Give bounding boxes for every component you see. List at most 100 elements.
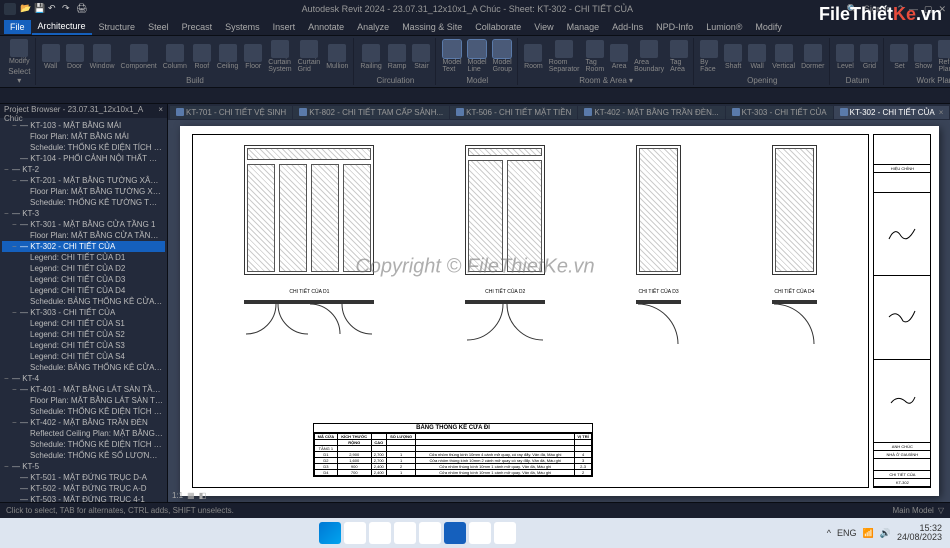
tree-item[interactable]: −— KT-5 (2, 461, 165, 472)
visual-style-icon[interactable]: ◧ (199, 491, 207, 500)
ribbon-tab-view[interactable]: View (528, 20, 559, 34)
tree-item[interactable]: — KT-503 - MẶT ĐỨNG TRỤC 4-1 (2, 494, 165, 502)
tree-item[interactable]: −— KT-103 - MẶT BẰNG MÁI (2, 120, 165, 131)
tree-item[interactable]: Schedule: BẢNG THỐNG KÊ CỬA SỔ (2, 362, 165, 373)
tool-floor[interactable]: Floor (242, 43, 264, 71)
swing-d2[interactable] (465, 300, 545, 350)
ribbon-tab-annotate[interactable]: Annotate (302, 20, 350, 34)
ribbon-tab-precast[interactable]: Precast (176, 20, 219, 34)
start-button[interactable] (319, 522, 341, 544)
swing-d3[interactable] (636, 300, 681, 350)
ribbon-tab-systems[interactable]: Systems (219, 20, 266, 34)
view-tab[interactable]: KT-303 - CHI TIẾT CỦA (726, 106, 833, 119)
browser-close-icon[interactable]: × (158, 105, 163, 117)
view-tab[interactable]: KT-802 - CHI TIẾT TAM CẤP SẢNH... (293, 106, 449, 119)
tree-item[interactable]: Floor Plan: MẶT BẰNG TƯỜNG XÂY TẦNG 1 (2, 186, 165, 197)
tray-volume-icon[interactable]: 🔊 (880, 528, 891, 539)
tree-item[interactable]: Floor Plan: MẶT BẰNG MÁI (2, 131, 165, 142)
tool-set[interactable]: Set (888, 43, 910, 71)
tray-date[interactable]: 24/08/2023 (897, 533, 942, 542)
tool-modelline[interactable]: Model Line (466, 39, 489, 74)
tree-item[interactable]: −— KT-2 (2, 164, 165, 175)
tree-item[interactable]: −— KT-402 - MẶT BẰNG TRẦN ĐÈN (2, 417, 165, 428)
tool-roof[interactable]: Roof (191, 43, 213, 71)
tree-item[interactable]: Reflected Ceiling Plan: MẶT BẰNG TRẦN ĐÈ (2, 428, 165, 439)
tree-item[interactable]: Legend: CHI TIẾT CỦA D1 (2, 252, 165, 263)
tool-level[interactable]: Level (834, 43, 856, 71)
tree-item[interactable]: Legend: CHI TIẾT CỦA D4 (2, 285, 165, 296)
qat-print-icon[interactable]: 🖨 (76, 3, 88, 15)
status-model[interactable]: Main Model (892, 506, 933, 515)
qat-open-icon[interactable]: 📂 (20, 3, 32, 15)
tool-room[interactable]: Room (522, 43, 545, 71)
tool-window[interactable]: Window (88, 43, 117, 71)
tab-close-icon[interactable]: × (939, 108, 944, 117)
status-filter-icon[interactable]: ▽ (938, 506, 944, 515)
tool-tagroom[interactable]: Tag Room (584, 39, 607, 74)
ribbon-tab-insert[interactable]: Insert (267, 20, 302, 34)
qat-undo-icon[interactable]: ↶ (48, 3, 60, 15)
detail-level-icon[interactable]: ▦ (187, 491, 195, 500)
swing-d4[interactable] (772, 300, 817, 350)
tree-item[interactable]: Schedule: THỐNG KÊ DIỆN TÍCH TRẦN TẦNG (2, 439, 165, 450)
tool-vertical[interactable]: Vertical (770, 43, 797, 71)
tool-component[interactable]: Component (119, 43, 159, 71)
tree-item[interactable]: −— KT-301 - MẶT BẰNG CỬA TẦNG 1 (2, 219, 165, 230)
tree-item[interactable]: Legend: CHI TIẾT CỦA S4 (2, 351, 165, 362)
tree-item[interactable]: −— KT-302 - CHI TIẾT CỦA (2, 241, 165, 252)
door-d2-elevation[interactable] (465, 145, 545, 275)
scale-control[interactable]: 1:1 (172, 491, 183, 500)
tray-wifi-icon[interactable]: 📶 (863, 528, 874, 539)
taskbar-explorer-icon[interactable] (369, 522, 391, 544)
tool-wall[interactable]: Wall (746, 43, 768, 71)
tool-railing[interactable]: Railing (358, 43, 383, 71)
tool-modeltext[interactable]: Model Text (440, 39, 463, 74)
tool-byface[interactable]: By Face (698, 39, 720, 74)
tool-modify[interactable]: Modify (7, 38, 32, 66)
qat-redo-icon[interactable]: ↷ (62, 3, 74, 15)
door-schedule[interactable]: BẢNG THỐNG KÊ CỬA ĐI MÃ CỬAKÍCH THƯỚCSỐ … (313, 423, 593, 477)
taskbar-chrome-icon[interactable] (419, 522, 441, 544)
tool-grid[interactable]: Grid (858, 43, 880, 71)
tool-ramp[interactable]: Ramp (386, 43, 409, 71)
view-tab[interactable]: KT-701 - CHI TIẾT VỆ SINH (170, 106, 292, 119)
door-d3-elevation[interactable] (636, 145, 681, 275)
view-tab[interactable]: KT-302 - CHI TIẾT CỦA× (834, 106, 950, 119)
tool-curtainsystem[interactable]: Curtain System (266, 39, 293, 74)
tree-item[interactable]: Schedule: THỐNG KÊ TƯỜNG TỔNG HỢP (2, 197, 165, 208)
ribbon-tab-architecture[interactable]: Architecture (32, 19, 92, 35)
ribbon-tab-modify[interactable]: Modify (749, 20, 788, 34)
tree-item[interactable]: Schedule: THỐNG KÊ DIỆN TÍCH MÁI (2, 142, 165, 153)
door-d4-elevation[interactable] (772, 145, 817, 275)
ribbon-tab-analyze[interactable]: Analyze (351, 20, 395, 34)
view-control-bar[interactable]: 1:1 ▦ ◧ (172, 491, 206, 500)
ribbon-tab-addins[interactable]: Add-Ins (606, 20, 649, 34)
tool-column[interactable]: Column (161, 43, 189, 71)
tool-dormer[interactable]: Dormer (799, 43, 826, 71)
drawing-canvas[interactable]: CHI TIẾT CỦA D1 CHI TIẾT CỦA D2 CHI TIẾT (168, 120, 950, 502)
tree-item[interactable]: −— KT-303 - CHI TIẾT CỦA (2, 307, 165, 318)
ribbon-tab-steel[interactable]: Steel (142, 20, 175, 34)
swing-d1[interactable] (244, 300, 374, 350)
taskbar-search-icon[interactable] (344, 522, 366, 544)
tree-item[interactable]: Floor Plan: MẶT BẰNG LÁT SÀN TẦNG 1 (2, 395, 165, 406)
tree-item[interactable]: — KT-502 - MẶT ĐỨNG TRỤC A-D (2, 483, 165, 494)
tool-shaft[interactable]: Shaft (722, 43, 744, 71)
tool-show[interactable]: Show (912, 43, 934, 71)
tool-curtaingrid[interactable]: Curtain Grid (296, 39, 323, 74)
tree-item[interactable]: −— KT-3 (2, 208, 165, 219)
ribbon-tab-file[interactable]: File (4, 20, 31, 34)
taskbar-revit-icon[interactable] (444, 522, 466, 544)
tool-mullion[interactable]: Mullion (324, 43, 350, 71)
taskbar-app-icon[interactable] (469, 522, 491, 544)
tree-item[interactable]: Legend: CHI TIẾT CỦA S2 (2, 329, 165, 340)
tray-chevron-icon[interactable]: ^ (827, 528, 831, 538)
tree-item[interactable]: Floor Plan: MẶT BẰNG CỬA TẦNG 1 (2, 230, 165, 241)
tool-refplane[interactable]: Ref Plane (936, 39, 950, 74)
door-d1-elevation[interactable] (244, 145, 374, 275)
view-tab[interactable]: KT-402 - MẶT BẰNG TRẦN ĐÈN... (578, 106, 724, 119)
tree-item[interactable]: — KT-501 - MẶT ĐỨNG TRỤC D-A (2, 472, 165, 483)
system-tray[interactable]: ^ ENG 📶 🔊 15:32 24/08/2023 (827, 524, 942, 542)
ribbon-tab-structure[interactable]: Structure (93, 20, 142, 34)
tool-modelgroup[interactable]: Model Group (491, 39, 514, 74)
